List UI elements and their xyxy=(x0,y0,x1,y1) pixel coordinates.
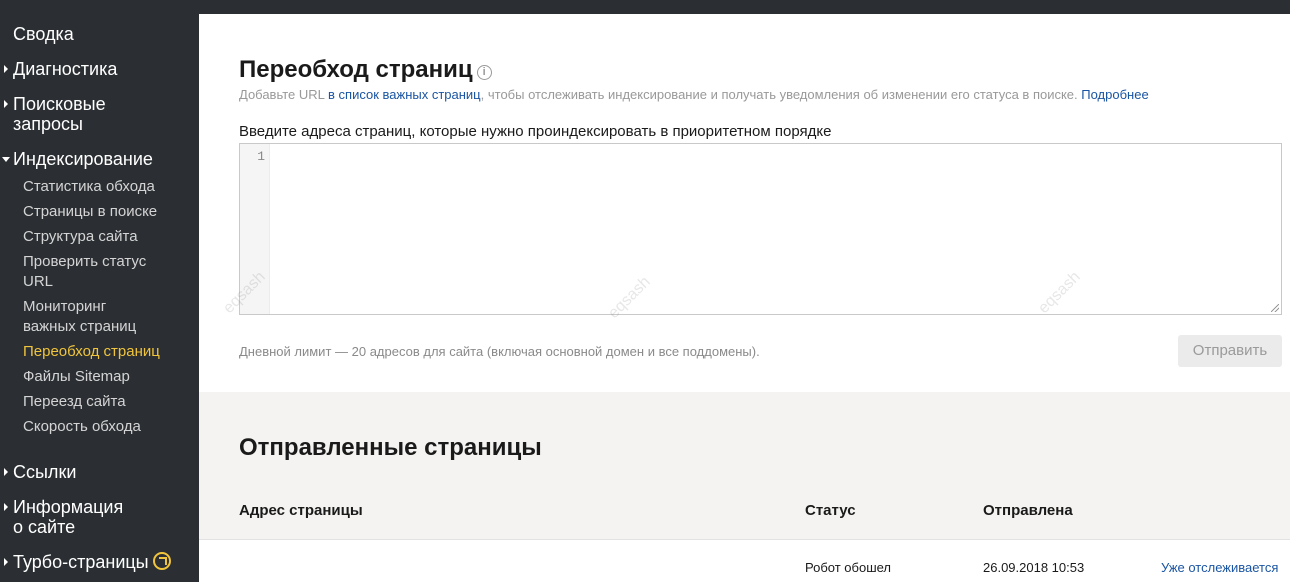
caret-right-icon xyxy=(4,65,8,73)
sidebar-item-label: Информация о сайте xyxy=(13,497,124,537)
daily-limit-text: Дневной лимит — 20 адресов для сайта (вк… xyxy=(239,344,760,359)
table-row: Робот обошел 26.09.2018 10:53 Уже отслеж… xyxy=(199,539,1290,582)
sidebar-subitem-crawl-rate[interactable]: Скорость обхода xyxy=(23,417,188,437)
line-number: 1 xyxy=(257,149,265,164)
sidebar-item-label: Диагностика xyxy=(13,59,118,79)
sent-pages-section: Отправленные страницы Адрес страницы Ста… xyxy=(199,392,1290,582)
cell-sent-date: 26.09.2018 10:53 xyxy=(983,560,1085,575)
sidebar-item-search-queries[interactable]: Поисковые запросы xyxy=(4,94,133,134)
sidebar-subitem-site-structure[interactable]: Структура сайта xyxy=(23,227,188,247)
cell-status: Робот обошел xyxy=(805,560,892,575)
sidebar-item-label: Поисковые запросы xyxy=(13,94,106,134)
page-title-text: Переобход страниц xyxy=(239,56,473,83)
more-info-link[interactable]: Подробнее xyxy=(1081,87,1148,102)
subtitle-text: Добавьте URL xyxy=(239,87,329,102)
url-input-area[interactable]: 1 xyxy=(239,143,1282,315)
caret-right-icon xyxy=(4,100,8,108)
rocket-icon xyxy=(152,552,171,570)
caret-right-icon xyxy=(4,558,8,566)
submit-button[interactable]: Отправить xyxy=(1178,335,1282,367)
sidebar-item-site-info[interactable]: Информация о сайте xyxy=(4,497,133,537)
sidebar-item-links[interactable]: Ссылки xyxy=(4,462,77,482)
column-header-status: Статус xyxy=(805,502,856,519)
recrawl-panel: Переобход страниц i Добавьте URL в список… xyxy=(199,14,1290,392)
sidebar-item-indexing[interactable]: Индексирование xyxy=(2,149,153,169)
section-title: Отправленные страницы xyxy=(239,434,542,461)
url-field-label: Введите адреса страниц, которые нужно пр… xyxy=(239,123,832,140)
sidebar-subitem-pages-in-search[interactable]: Страницы в поиске xyxy=(23,202,188,222)
sidebar-item-diagnostics[interactable]: Диагностика xyxy=(4,59,118,79)
column-header-address: Адрес страницы xyxy=(239,502,363,519)
caret-down-icon xyxy=(2,157,10,162)
caret-right-icon xyxy=(4,468,8,476)
important-pages-link[interactable]: в список важных страниц xyxy=(328,87,481,102)
resize-handle-icon[interactable] xyxy=(1271,304,1279,312)
subtitle-text: , чтобы отслеживать индексирование и пол… xyxy=(480,87,1082,102)
sidebar-subitem-check-url[interactable]: Проверить статус URL xyxy=(23,252,153,292)
page-title: Переобход страниц i xyxy=(239,56,492,84)
sidebar-subitem-sitemap[interactable]: Файлы Sitemap xyxy=(23,367,188,387)
sidebar-item-label: Ссылки xyxy=(13,462,77,482)
page-subtitle: Добавьте URL в список важных страниц, чт… xyxy=(239,87,1149,102)
sidebar-item-turbo[interactable]: Турбо-страницы xyxy=(4,552,171,572)
sidebar-subitem-monitoring[interactable]: Мониторинг важных страниц xyxy=(23,297,143,337)
sidebar-subitem-site-move[interactable]: Переезд сайта xyxy=(23,392,188,412)
sidebar-item-summary[interactable]: Сводка xyxy=(13,24,74,44)
caret-right-icon xyxy=(4,503,8,511)
info-icon[interactable]: i xyxy=(476,65,492,80)
url-editor[interactable] xyxy=(271,144,1281,314)
sidebar-subitem-recrawl[interactable]: Переобход страниц xyxy=(23,342,188,362)
already-tracked-link[interactable]: Уже отслеживается xyxy=(1161,560,1278,575)
sidebar-item-label: Индексирование xyxy=(13,149,153,169)
top-bar xyxy=(0,0,1290,14)
sidebar-item-label: Сводка xyxy=(13,24,74,44)
sidebar-subitem-crawl-stats[interactable]: Статистика обхода xyxy=(23,177,188,197)
sidebar-item-label: Турбо-страницы xyxy=(13,552,149,572)
column-header-sent: Отправлена xyxy=(983,502,1073,519)
sidebar: Сводка Диагностика Поисковые запросы Инд… xyxy=(0,14,199,582)
